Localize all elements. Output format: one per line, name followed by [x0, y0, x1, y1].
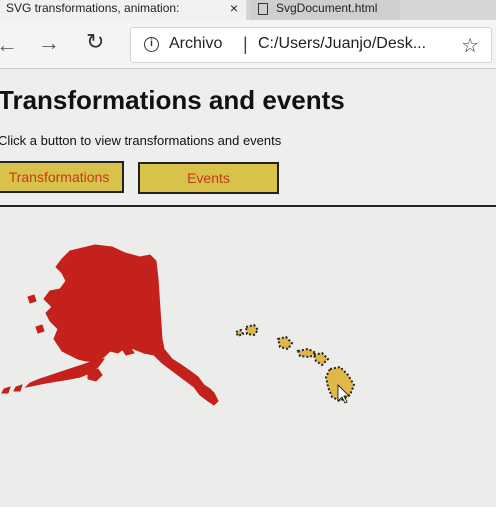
favorite-star-icon[interactable]: ☆: [461, 33, 479, 58]
hawaii-island-niihau[interactable]: [234, 328, 245, 338]
events-button[interactable]: Events: [138, 162, 279, 194]
hawaii-island-molokai[interactable]: [296, 347, 318, 359]
svg-map: [0, 209, 496, 507]
back-arrow-icon[interactable]: ←: [0, 32, 18, 58]
url-text[interactable]: C:/Users/Juanjo/Desk...: [258, 35, 426, 53]
hawaii-island-maui[interactable]: [312, 351, 330, 367]
info-icon[interactable]: i: [144, 37, 159, 52]
page-title: Transformations and events: [0, 85, 345, 115]
forward-arrow-icon[interactable]: →: [38, 30, 60, 56]
security-label: Archivo: [169, 35, 223, 52]
alaska-island-shape: [1, 386, 11, 394]
page-content: Transformations and events Click a butto…: [0, 69, 496, 507]
document-icon: [258, 3, 268, 15]
navigation-bar: ← → ↻ i Archivo | C:/Users/Juanjo/Desk..…: [0, 20, 496, 69]
tab-title: SVG transformations, animation:: [6, 1, 180, 15]
hawaii-island-oahu[interactable]: [276, 335, 294, 351]
address-bar[interactable]: i Archivo | C:/Users/Juanjo/Desk... ☆: [130, 27, 492, 63]
page-subtitle: Click a button to view transformations a…: [0, 133, 282, 148]
tab-bar: SVG transformations, animation: × SvgDoc…: [0, 0, 496, 20]
transformations-button[interactable]: Transformations: [0, 161, 124, 193]
alaska-island-shape: [27, 294, 37, 304]
close-tab-icon[interactable]: ×: [230, 0, 238, 16]
refresh-icon[interactable]: ↻: [86, 29, 104, 55]
alaska-shape[interactable]: [43, 244, 219, 406]
tab-title: SvgDocument.html: [276, 1, 378, 15]
hawaii-island-kauai[interactable]: [244, 323, 260, 337]
address-separator: |: [243, 34, 248, 54]
tab-svgdocument[interactable]: SvgDocument.html: [250, 0, 400, 20]
alaska-island-shape: [35, 324, 45, 334]
tab-svg-transformations[interactable]: SVG transformations, animation: ×: [0, 0, 246, 20]
alaska-island-shape: [13, 384, 23, 392]
divider-line: [0, 205, 496, 207]
